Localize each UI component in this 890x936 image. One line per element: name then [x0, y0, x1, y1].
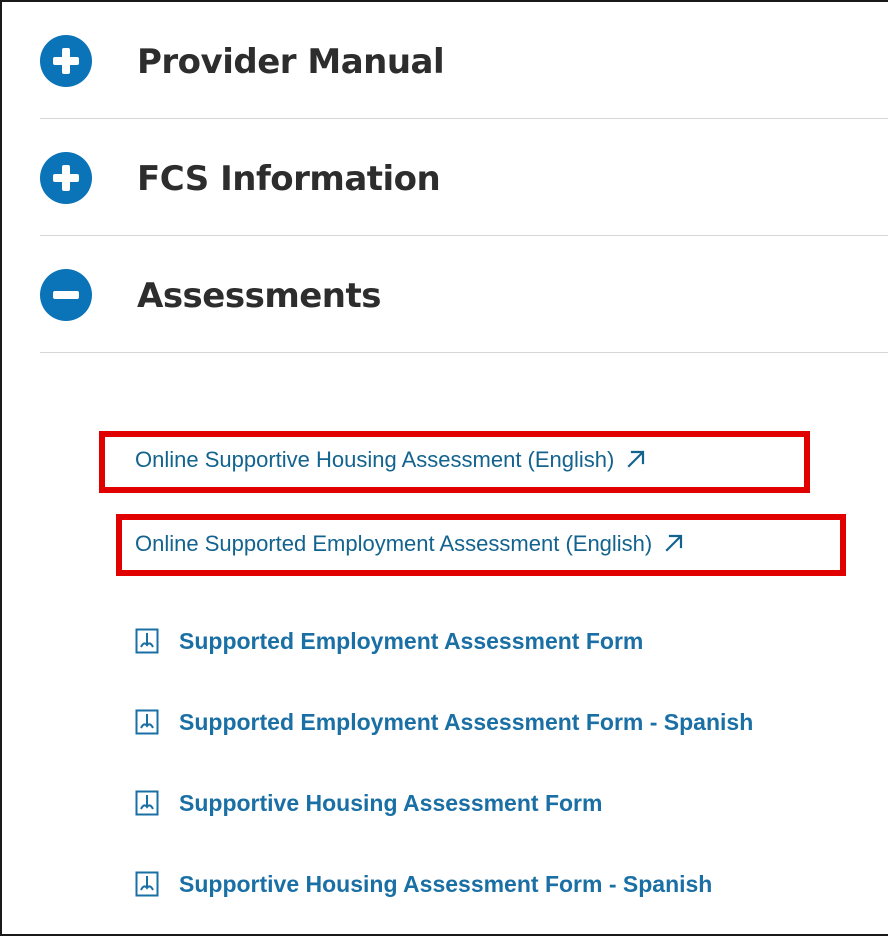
accordion-title-provider-manual[interactable]: Provider Manual	[137, 40, 445, 84]
pdf-link-supportive-housing-form[interactable]: Supportive Housing Assessment Form	[135, 788, 602, 818]
link-label: Supported Employment Assessment Form - S…	[179, 709, 754, 735]
accordion-item-provider-manual[interactable]: Provider Manual	[40, 2, 888, 119]
minus-circle-icon[interactable]	[40, 269, 92, 321]
accordion-item-assessments[interactable]: Assessments	[40, 236, 888, 353]
external-link-icon	[665, 535, 683, 552]
link-label: Supported Employment Assessment Form	[179, 628, 644, 654]
external-link-icon	[627, 451, 645, 468]
pdf-link-supportive-housing-form-spanish[interactable]: Supportive Housing Assessment Form - Spa…	[135, 869, 712, 899]
accordion: Provider Manual FCS Information Assessme…	[40, 2, 888, 353]
pdf-icon	[135, 628, 159, 654]
pdf-link-supported-employment-form-spanish[interactable]: Supported Employment Assessment Form - S…	[135, 707, 753, 737]
plus-circle-icon[interactable]	[40, 35, 92, 87]
pdf-link-supported-employment-form[interactable]: Supported Employment Assessment Form	[135, 626, 643, 656]
page-frame: Provider Manual FCS Information Assessme…	[0, 0, 888, 936]
external-link-housing-assessment[interactable]: Online Supportive Housing Assessment (En…	[135, 445, 646, 475]
accordion-item-fcs-information[interactable]: FCS Information	[40, 119, 888, 236]
pdf-icon	[135, 871, 159, 897]
plus-circle-icon[interactable]	[40, 152, 92, 204]
accordion-title-fcs-information[interactable]: FCS Information	[137, 157, 441, 201]
pdf-icon	[135, 709, 159, 735]
link-label: Online Supported Employment Assessment (…	[135, 531, 653, 556]
external-link-employment-assessment[interactable]: Online Supported Employment Assessment (…	[135, 529, 684, 559]
link-label: Supportive Housing Assessment Form	[179, 790, 603, 816]
link-label: Online Supportive Housing Assessment (En…	[135, 447, 615, 472]
accordion-title-assessments[interactable]: Assessments	[137, 274, 382, 318]
link-label: Supportive Housing Assessment Form - Spa…	[179, 871, 713, 897]
pdf-icon	[135, 790, 159, 816]
